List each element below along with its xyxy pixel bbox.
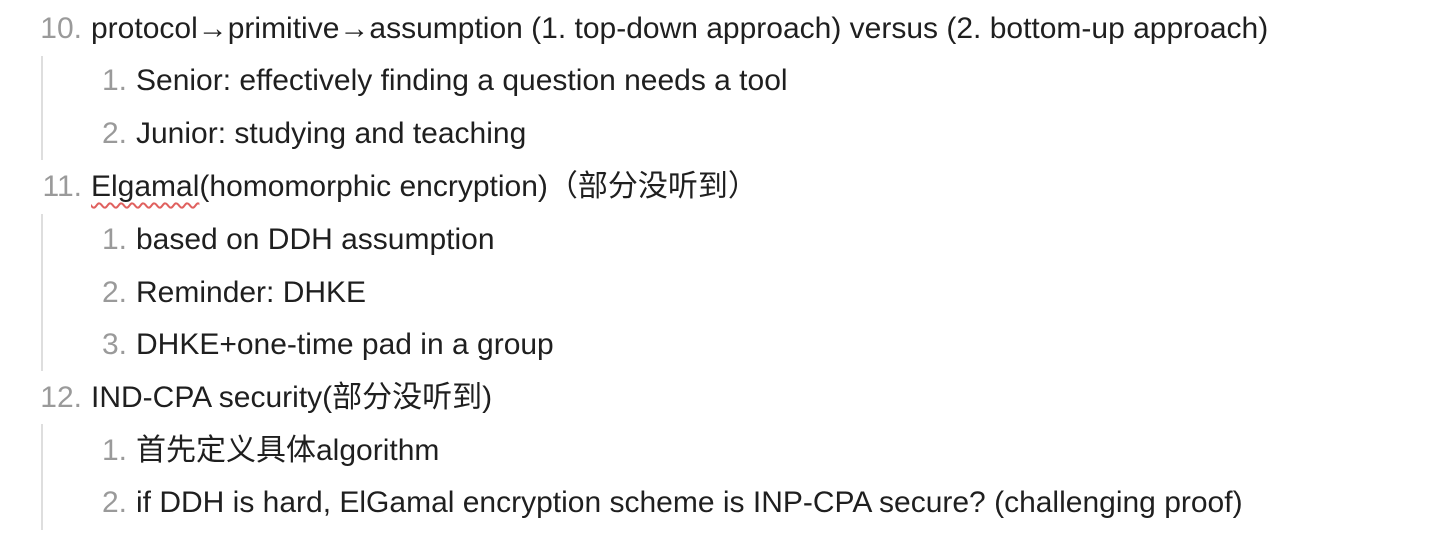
list-item-text[interactable]: based on DDH assumption xyxy=(136,220,495,260)
spellcheck-underlined-word[interactable]: Elgamal xyxy=(91,170,199,203)
list-item-text[interactable]: Elgamal(homomorphic encryption)（部分没听到） xyxy=(91,167,758,207)
list-number: 2. xyxy=(101,276,127,309)
list-number: 11. xyxy=(42,170,82,203)
list-item-text[interactable]: DHKE+one-time pad in a group xyxy=(136,325,554,365)
list-number: 1. xyxy=(101,434,127,467)
list-item-text[interactable]: Reminder: DHKE xyxy=(136,273,366,313)
list-number: 2. xyxy=(101,486,127,519)
list-item-text[interactable]: if DDH is hard, ElGamal encryption schem… xyxy=(136,483,1243,523)
list-number: 12. xyxy=(40,381,82,414)
list-item-text[interactable]: Senior: effectively finding a question n… xyxy=(136,61,788,101)
list-item-text[interactable]: IND-CPA security(部分没听到) xyxy=(91,378,492,418)
list-number: 2. xyxy=(101,117,127,150)
list-number: 1. xyxy=(101,223,127,256)
list-item-text-rest: (homomorphic encryption)（部分没听到） xyxy=(199,170,758,203)
list-item-text[interactable]: 首先定义具体algorithm xyxy=(136,431,439,471)
list-number: 3. xyxy=(101,328,127,361)
list-item-text[interactable]: protocol→primitive→assumption (1. top-do… xyxy=(91,9,1268,49)
numbered-outline: 10. protocol→primitive→assumption (1. to… xyxy=(0,0,1450,550)
list-number: 10. xyxy=(40,12,82,45)
list-item-text[interactable]: Junior: studying and teaching xyxy=(136,114,526,154)
list-number: 1. xyxy=(101,64,127,97)
